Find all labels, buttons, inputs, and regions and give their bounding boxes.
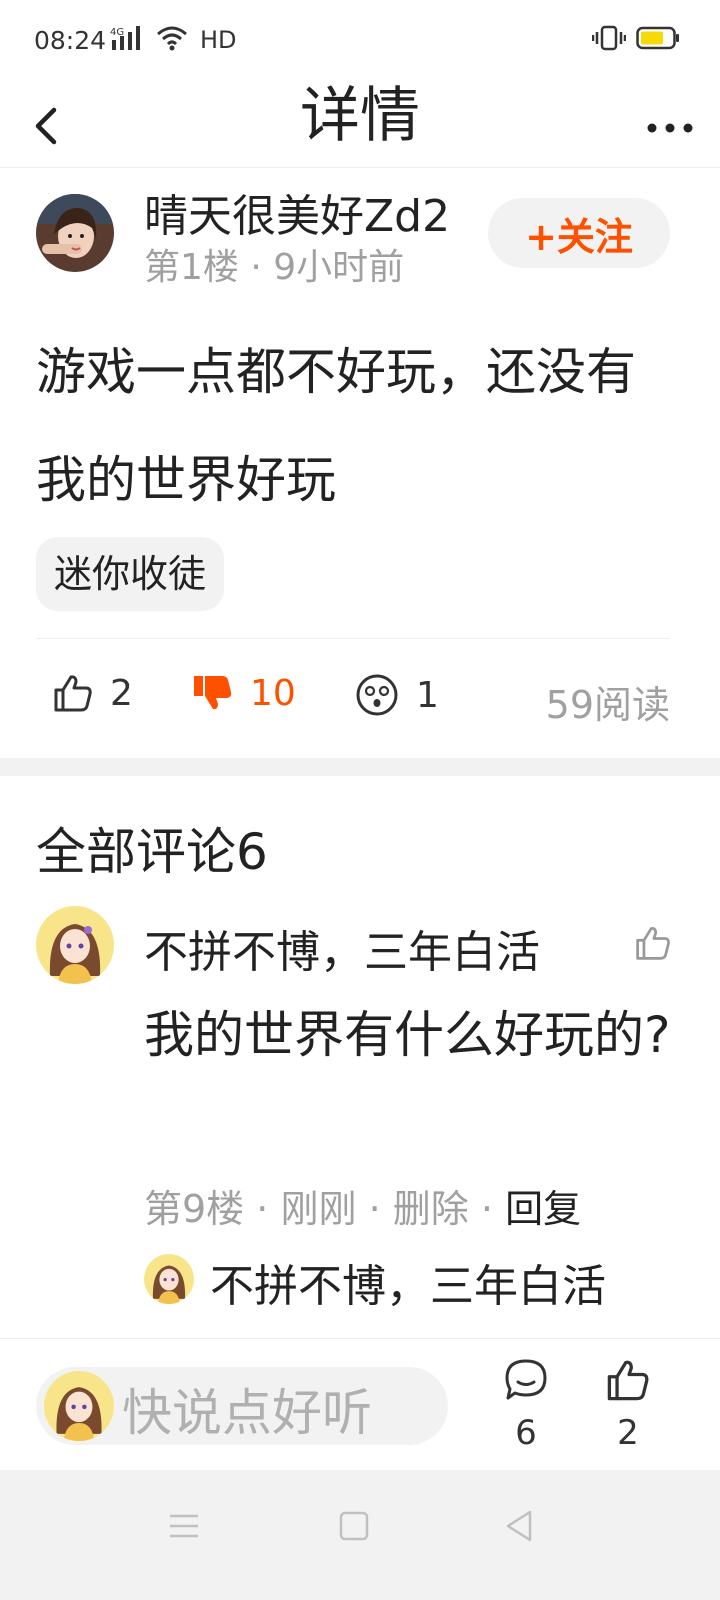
status-right-icons [591, 24, 680, 56]
section-divider [0, 758, 720, 776]
post-actions: 2 10 1 59阅读 [0, 666, 720, 732]
page-title: 详情 [300, 81, 420, 151]
follow-button[interactable]: +关注 [488, 198, 670, 268]
comment-delete-button[interactable]: 删除 [393, 1187, 469, 1231]
comment-like-button[interactable] [634, 924, 672, 962]
battery-icon [636, 25, 680, 55]
back-button[interactable] [22, 92, 82, 152]
wifi-icon [156, 25, 188, 55]
bottom-like-count: 2 [617, 1413, 639, 1453]
triangle-back-icon [506, 1510, 532, 1542]
comment-floor: 第9楼 [144, 1187, 245, 1231]
chevron-left-icon [35, 107, 57, 145]
reply-preview[interactable]: 不拼不博，三年白活 [144, 1250, 684, 1336]
hd-label: HD [200, 26, 237, 54]
thumbs-down-filled-icon [194, 676, 232, 710]
dislike-button[interactable]: 10 [192, 672, 296, 714]
comments-button[interactable]: 6 [496, 1357, 556, 1453]
comment-reply-button[interactable]: 回复 [505, 1187, 581, 1231]
comments-title: 全部评论6 [36, 823, 268, 881]
thumbs-up-icon [636, 927, 670, 960]
my-avatar [44, 1371, 114, 1441]
post-author-name[interactable]: 晴天很美好Zd2 [144, 180, 450, 244]
status-time: 08:24 [34, 26, 107, 55]
like-button[interactable]: 2 [52, 672, 133, 714]
bottom-like-button[interactable]: 2 [598, 1357, 658, 1453]
nav-bar: 详情 [0, 80, 720, 168]
dizzy-face-icon [356, 674, 398, 716]
signal-icon: 4G [110, 24, 146, 56]
comment-time: 刚刚 [280, 1187, 357, 1231]
comment-count: 6 [515, 1413, 537, 1453]
dislike-count: 10 [250, 672, 296, 714]
system-back-button[interactable] [500, 1506, 540, 1546]
read-count: 59阅读 [545, 683, 670, 727]
input-placeholder: 快说点好听 [122, 1384, 372, 1442]
square-icon [339, 1511, 369, 1541]
home-button[interactable] [334, 1506, 374, 1546]
reply-author-avatar [144, 1254, 194, 1304]
comment-meta: 第9楼 · 刚刚 · 删除 · 回复 [144, 1178, 581, 1233]
reply-author-name: 不拼不博，三年白活 [210, 1261, 606, 1312]
divider [36, 638, 670, 639]
like-count: 2 [110, 672, 133, 714]
thumbs-up-icon [607, 1360, 649, 1401]
post-header: 晴天很美好Zd2 第1楼 · 9小时前 +关注 [0, 170, 720, 300]
battery-level [641, 31, 663, 45]
vibrate-icon [591, 24, 627, 56]
comment-author-name[interactable]: 不拼不博，三年白活 [144, 916, 540, 980]
more-horizontal-icon [647, 123, 693, 133]
status-left-icons: 4G HD [110, 24, 237, 56]
post-content: 游戏一点都不好玩，还没有我的世界好玩 [36, 343, 636, 509]
comment-bubble-icon [505, 1359, 547, 1400]
meta-separator: · [256, 1187, 269, 1231]
system-nav-bar [0, 1470, 720, 1600]
wow-count: 1 [416, 674, 439, 716]
wow-button[interactable]: 1 [354, 672, 439, 718]
status-bar: 08:24 4G HD [0, 0, 720, 80]
post-floor-time: 第1楼 · 9小时前 [144, 247, 405, 288]
comment-author-avatar[interactable] [36, 906, 114, 984]
post-tag[interactable]: 迷你收徒 [36, 537, 225, 611]
recent-apps-button[interactable] [164, 1506, 204, 1546]
thumbs-up-icon [54, 675, 92, 712]
comment-input[interactable]: 快说点好听 [36, 1367, 448, 1445]
post-author-avatar[interactable] [36, 194, 114, 272]
menu-icon [170, 1514, 198, 1538]
meta-separator: · [368, 1187, 381, 1231]
meta-separator: · [480, 1187, 493, 1231]
comment-text: 我的世界有什么好玩的? [144, 1006, 671, 1064]
bottom-bar: 快说点好听 6 2 [0, 1338, 720, 1470]
more-button[interactable] [638, 94, 698, 154]
